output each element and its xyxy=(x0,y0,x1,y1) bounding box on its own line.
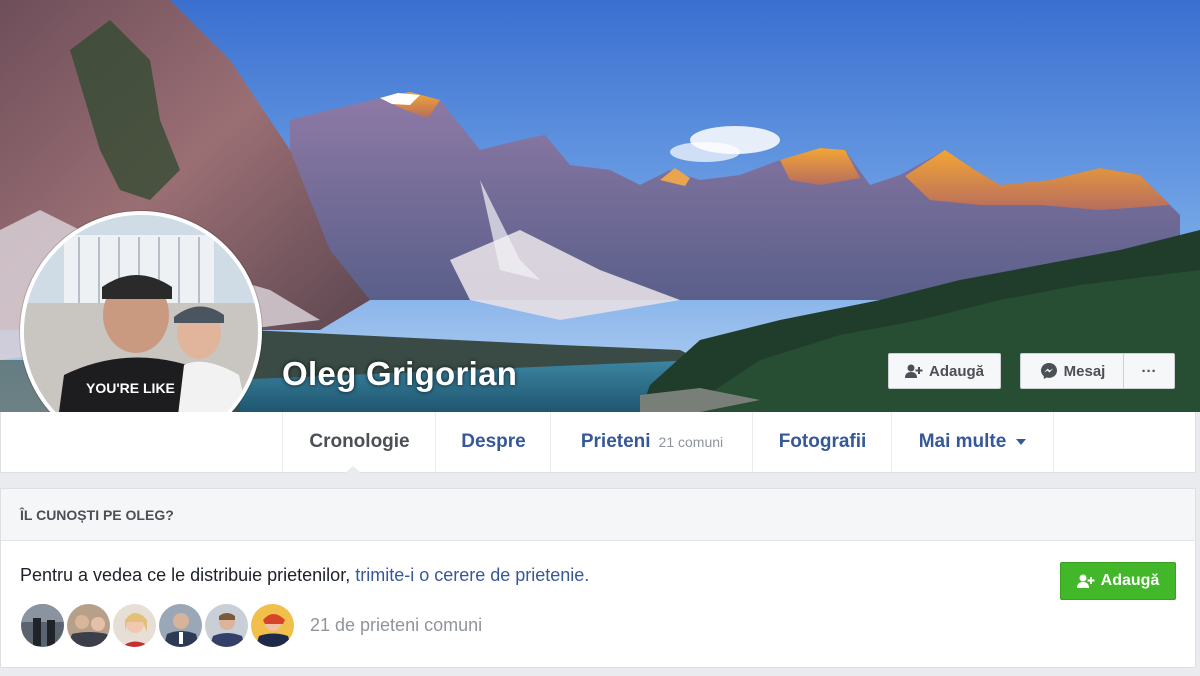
mutual-friend-avatar[interactable] xyxy=(250,603,295,648)
more-options-label: ··· xyxy=(1141,362,1157,380)
tab-about[interactable]: Despre xyxy=(435,412,551,472)
tab-more[interactable]: Mai multe xyxy=(891,412,1054,472)
mutual-friend-avatar[interactable] xyxy=(158,603,203,648)
profile-tabs-bar: Cronologie Despre Prieteni 21 comuni Fot… xyxy=(0,412,1196,473)
add-friend-green-label: Adaugă xyxy=(1100,572,1160,589)
tab-about-label: Despre xyxy=(461,431,526,452)
card-text-prefix: Pentru a vedea ce le distribuie prieteni… xyxy=(20,565,356,585)
add-friend-icon xyxy=(904,364,923,378)
know-him-card: ÎL CUNOȘTI PE OLEG? Pentru a vedea ce le… xyxy=(0,488,1196,668)
card-header: ÎL CUNOȘTI PE OLEG? xyxy=(1,489,1195,541)
mutual-friend-avatar[interactable] xyxy=(112,603,157,648)
card-description: Pentru a vedea ce le distribuie prieteni… xyxy=(20,565,589,586)
mutual-friend-avatar[interactable] xyxy=(20,603,65,648)
mutual-friends-row: 21 de prieteni comuni xyxy=(20,603,482,648)
send-request-link[interactable]: trimite-i o cerere de prietenie. xyxy=(355,565,589,585)
tab-friends-label: Prieteni xyxy=(580,431,651,452)
message-label: Mesaj xyxy=(1063,362,1106,380)
svg-text:YOU'RE LIKE: YOU'RE LIKE xyxy=(86,380,175,396)
tab-friends-count: 21 comuni xyxy=(658,434,724,450)
more-options-button[interactable]: ··· xyxy=(1123,353,1175,389)
add-friend-green-button[interactable]: Adaugă xyxy=(1060,562,1176,600)
mutual-friend-avatar[interactable] xyxy=(204,603,249,648)
messenger-icon xyxy=(1040,362,1058,380)
profile-name: Oleg Grigorian xyxy=(282,355,518,392)
add-friend-icon xyxy=(1076,574,1095,588)
message-button[interactable]: Mesaj xyxy=(1020,353,1124,389)
mutual-friends-count[interactable]: 21 de prieteni comuni xyxy=(310,615,482,636)
add-friend-label: Adaugă xyxy=(928,362,984,380)
tab-timeline[interactable]: Cronologie xyxy=(282,412,436,472)
tab-timeline-label: Cronologie xyxy=(309,431,410,452)
mutual-friend-avatar[interactable] xyxy=(66,603,111,648)
tab-more-label: Mai multe xyxy=(918,431,1007,452)
tab-photos[interactable]: Fotografii xyxy=(752,412,892,472)
add-friend-button[interactable]: Adaugă xyxy=(888,353,1001,389)
tab-friends[interactable]: Prieteni 21 comuni xyxy=(550,412,753,472)
tab-photos-label: Fotografii xyxy=(778,431,867,452)
active-tab-indicator xyxy=(345,466,361,473)
chevron-down-icon xyxy=(1016,439,1027,445)
